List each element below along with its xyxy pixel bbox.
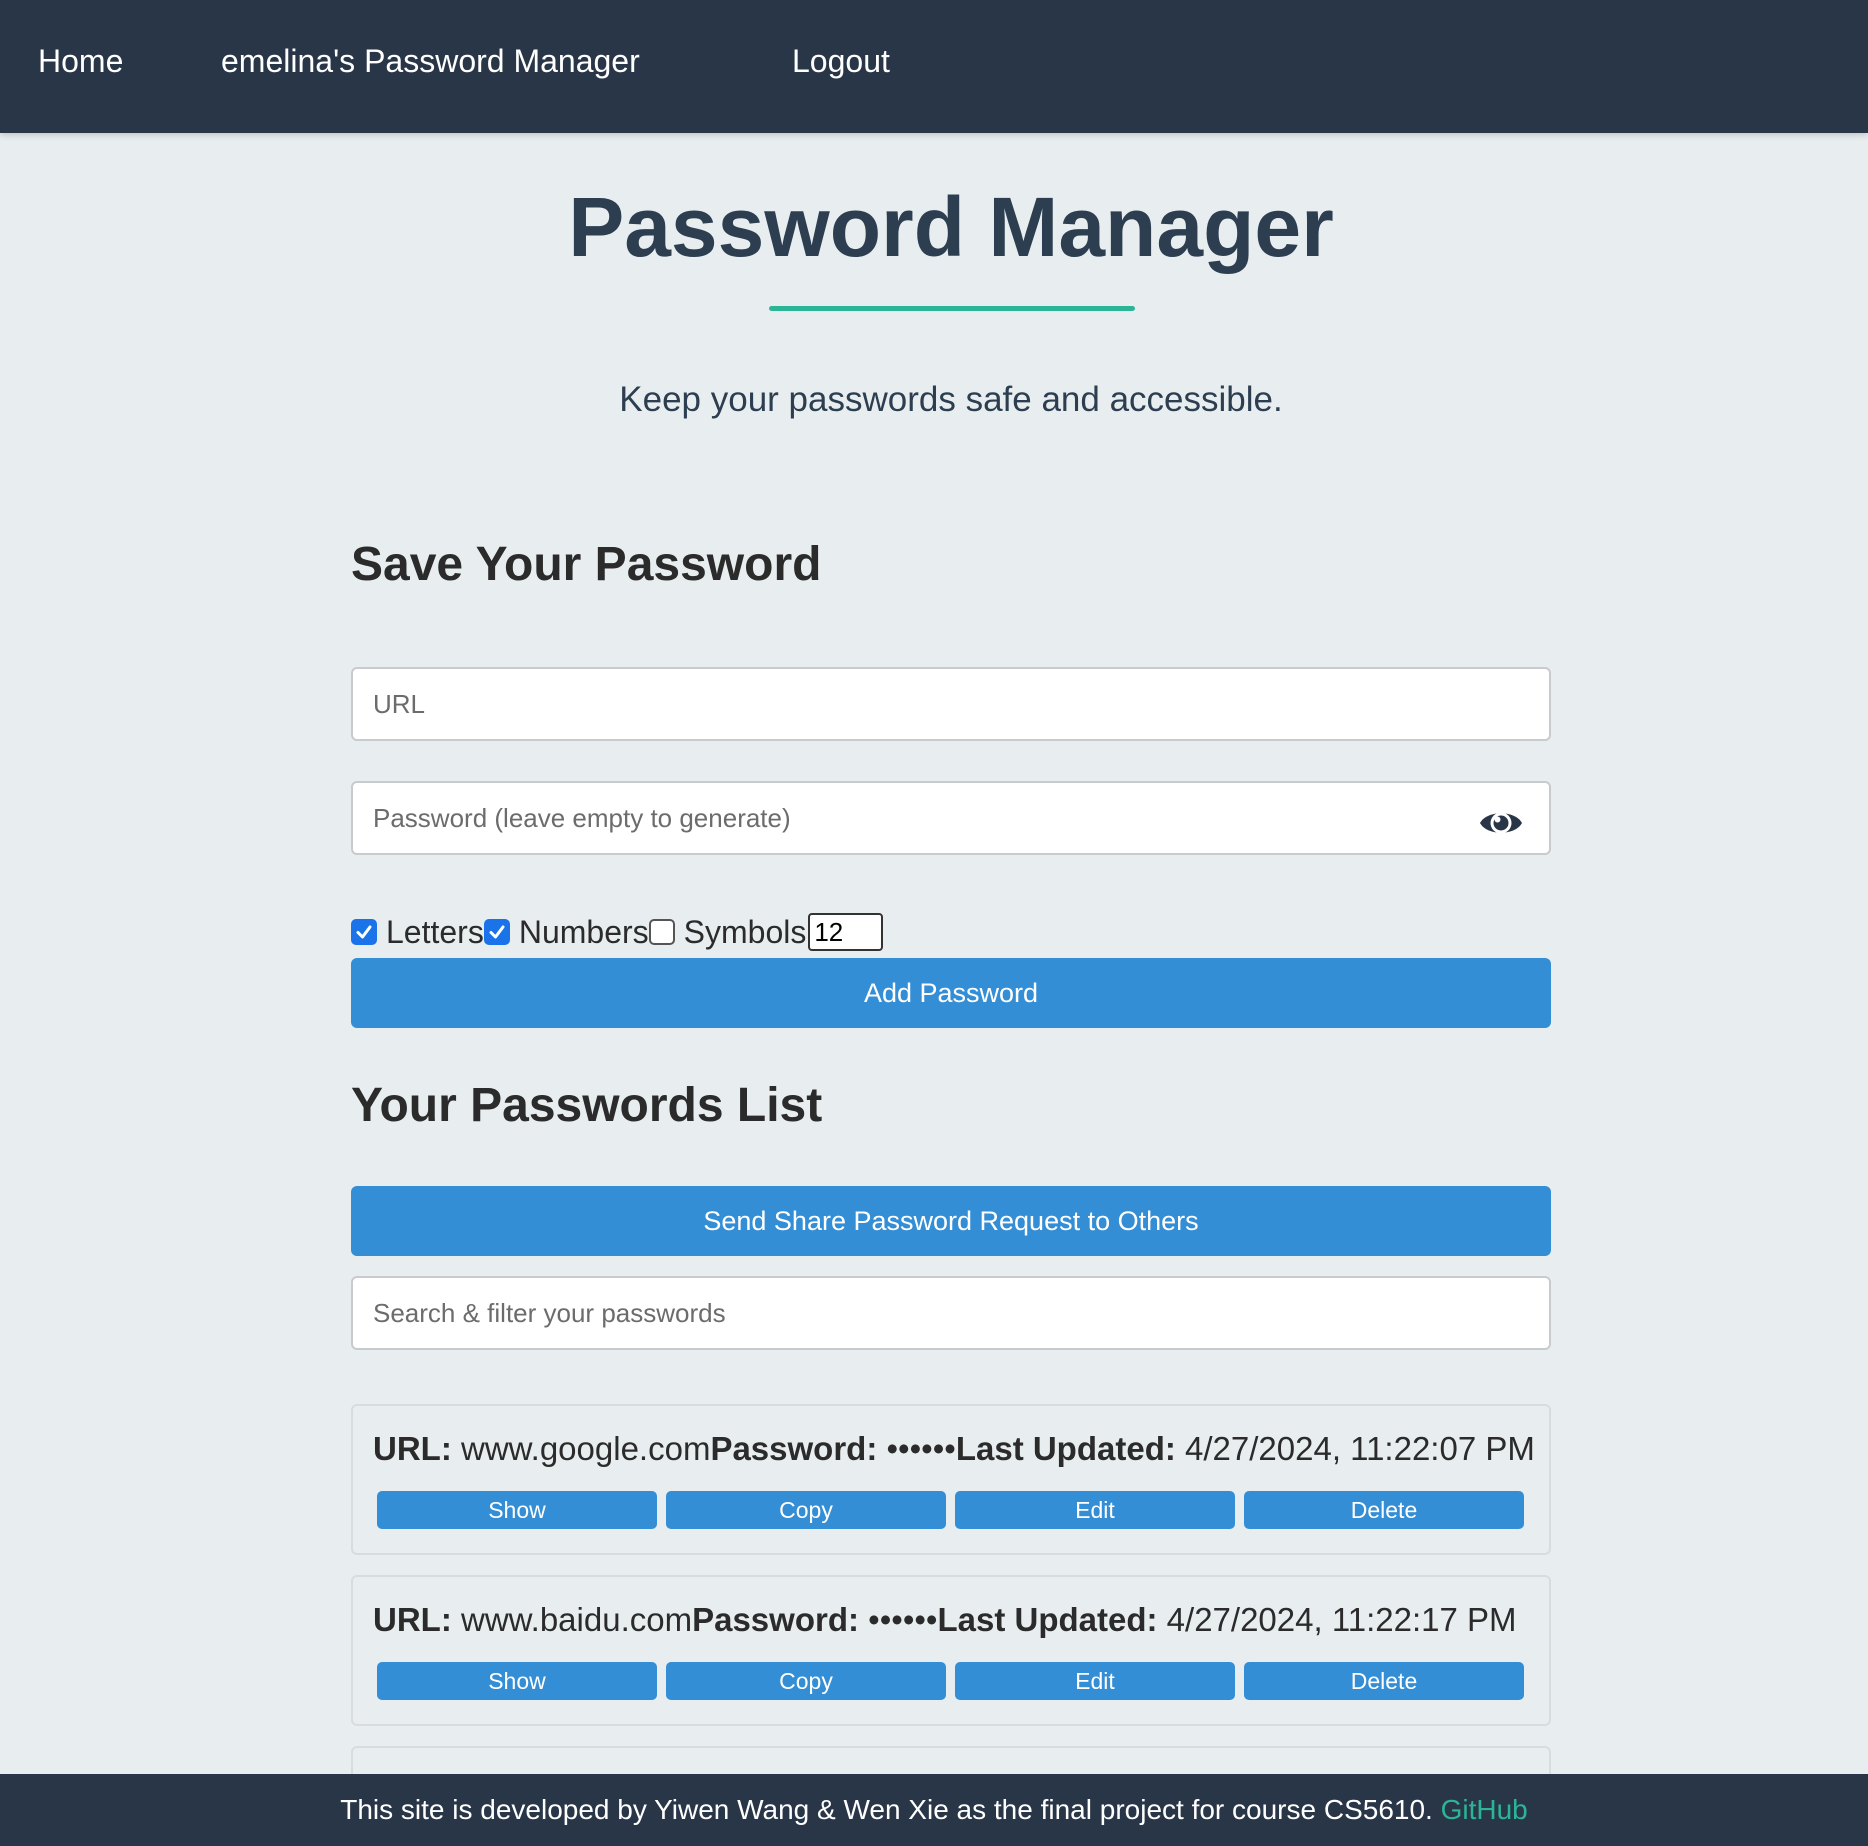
page-subtitle: Keep your passwords safe and accessible. [619, 380, 1283, 419]
password-entry-card: URL: www.baidu.comPassword: ••••••Last U… [351, 1575, 1551, 1726]
entry-url: www.google.com [460, 1430, 711, 1467]
eye-icon [1480, 812, 1522, 834]
letters-label: Letters [386, 914, 484, 950]
entry-last-updated: 4/27/2024, 11:22:07 PM [1185, 1430, 1535, 1467]
title-underline-divider [769, 306, 1135, 311]
save-password-heading: Save Your Password [351, 538, 822, 591]
entry-url: www.baidu.com [460, 1601, 693, 1638]
password-input[interactable] [351, 781, 1551, 855]
letters-checkbox[interactable] [351, 919, 377, 945]
password-entry-card: URL: www.google.comPassword: ••••••Last … [351, 1404, 1551, 1555]
delete-password-button[interactable]: Delete [1244, 1491, 1524, 1529]
search-passwords-input[interactable] [351, 1276, 1551, 1350]
checkmark-icon [356, 925, 372, 939]
entry-actions: Show Copy Edit Delete [377, 1491, 1527, 1529]
password-field-label: Password: [710, 1430, 878, 1467]
url-field-label: URL: [373, 1430, 452, 1467]
share-password-request-button[interactable]: Send Share Password Request to Others [351, 1186, 1551, 1256]
entry-password-masked: •••••• [886, 1430, 956, 1467]
url-field-label: URL: [373, 1601, 452, 1638]
symbols-label: Symbols [683, 914, 807, 950]
show-password-button[interactable]: Show [377, 1491, 657, 1529]
generator-options-row: Letters Numbers Symbols [351, 912, 884, 952]
nav-app-name-link[interactable]: emelina's Password Manager [221, 40, 640, 82]
last-updated-field-label: Last Updated: [937, 1601, 1158, 1638]
last-updated-field-label: Last Updated: [955, 1430, 1176, 1467]
numbers-checkbox[interactable] [483, 919, 510, 945]
site-footer: This site is developed by Yiwen Wang & W… [0, 1774, 1868, 1846]
numbers-label: Numbers [518, 914, 649, 950]
copy-password-button[interactable]: Copy [666, 1491, 946, 1529]
symbols-checkbox[interactable] [648, 919, 675, 945]
checkmark-icon [489, 925, 505, 939]
nav-home-link[interactable]: Home [38, 40, 123, 82]
edit-password-button[interactable]: Edit [955, 1491, 1235, 1529]
passwords-list-heading: Your Passwords List [351, 1079, 823, 1132]
password-length-input[interactable] [808, 913, 884, 951]
footer-github-link[interactable]: GitHub [1441, 1794, 1528, 1825]
url-input[interactable] [351, 667, 1551, 741]
password-entry-details: URL: www.google.comPassword: ••••••Last … [373, 1428, 1535, 1470]
entry-password-masked: •••••• [868, 1601, 938, 1638]
nav-logout-link[interactable]: Logout [792, 40, 890, 82]
top-navbar: Home emelina's Password Manager Logout [0, 0, 1868, 133]
add-password-button[interactable]: Add Password [351, 958, 1551, 1028]
page-title: Password Manager [568, 180, 1334, 274]
show-password-button[interactable]: Show [377, 1662, 657, 1700]
toggle-password-visibility-button[interactable] [1477, 799, 1525, 847]
delete-password-button[interactable]: Delete [1244, 1662, 1524, 1700]
password-entry-details: URL: www.baidu.comPassword: ••••••Last U… [373, 1599, 1517, 1641]
entry-actions: Show Copy Edit Delete [377, 1662, 1527, 1700]
footer-credits-text: This site is developed by Yiwen Wang & W… [340, 1794, 1433, 1825]
edit-password-button[interactable]: Edit [955, 1662, 1235, 1700]
entry-last-updated: 4/27/2024, 11:22:17 PM [1166, 1601, 1517, 1638]
copy-password-button[interactable]: Copy [666, 1662, 946, 1700]
password-field-label: Password: [692, 1601, 859, 1638]
